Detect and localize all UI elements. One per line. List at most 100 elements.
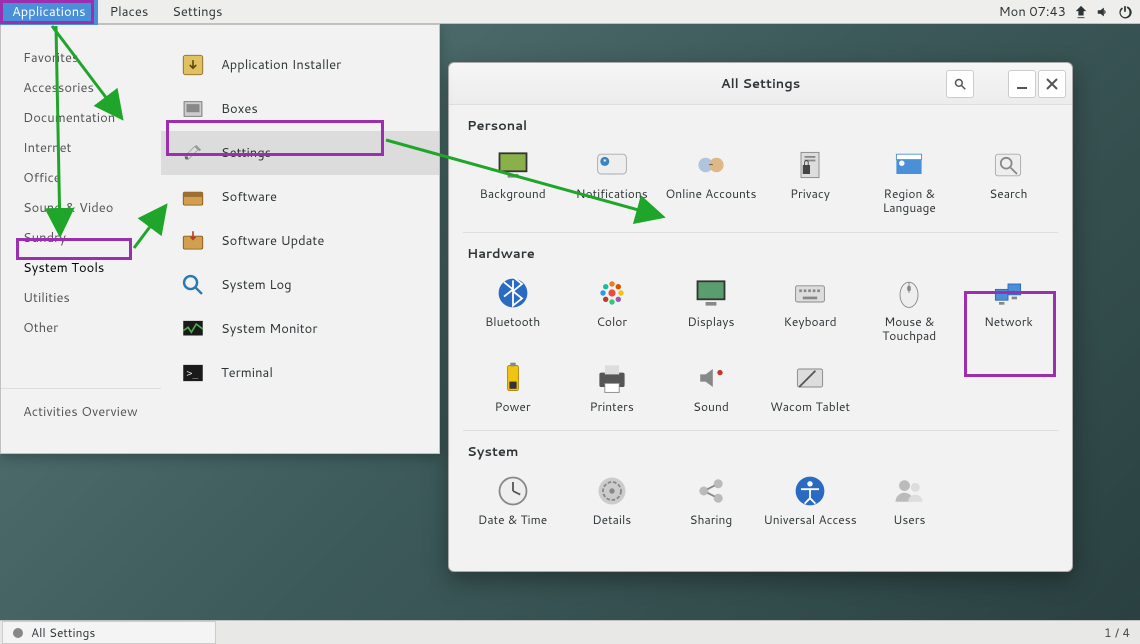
setting-date-time[interactable]: Date & Time (463, 465, 562, 535)
setting-mouse-touchpad[interactable]: Mouse & Touchpad (860, 267, 959, 352)
applications-menu: FavoritesAccessoriesDocumentationInterne… (0, 24, 440, 454)
menu-places[interactable]: Places (98, 0, 161, 25)
power-tray-icon[interactable] (1118, 5, 1132, 19)
setting-icon (491, 473, 535, 509)
window-titlebar[interactable]: All Settings (449, 63, 1072, 105)
setting-icon (590, 360, 634, 396)
app-icon (179, 315, 207, 343)
app-label: Settings (221, 144, 271, 162)
bottom-panel: All Settings 1 / 4 (0, 620, 1140, 644)
category-accessories[interactable]: Accessories (1, 73, 161, 103)
network-tray-icon[interactable] (1074, 5, 1088, 19)
setting-label: Wacom Tablet (770, 400, 850, 414)
window-title: All Settings (721, 75, 800, 93)
setting-privacy[interactable]: Privacy (760, 139, 859, 224)
setting-icon (491, 147, 535, 183)
setting-background[interactable]: Background (463, 139, 562, 224)
activities-label: Activities Overview (23, 403, 138, 421)
clock-label[interactable]: Mon 07:43 (999, 3, 1066, 21)
app-settings[interactable]: Settings (161, 131, 439, 175)
menu-places-label: Places (110, 3, 149, 21)
setting-label: Displays (687, 315, 734, 329)
setting-icon (788, 473, 832, 509)
app-system-monitor[interactable]: System Monitor (161, 307, 439, 351)
setting-label: Notifications (576, 187, 648, 201)
app-application-installer[interactable]: Application Installer (161, 43, 439, 87)
setting-details[interactable]: Details (562, 465, 661, 535)
setting-search[interactable]: Search (959, 139, 1058, 224)
setting-region-language[interactable]: Region & Language (860, 139, 959, 224)
setting-icon (986, 275, 1030, 311)
app-software-update[interactable]: Software Update (161, 219, 439, 263)
setting-label: Users (893, 513, 925, 527)
volume-tray-icon[interactable] (1096, 5, 1110, 19)
app-boxes[interactable]: Boxes (161, 87, 439, 131)
setting-power[interactable]: Power (463, 352, 562, 422)
app-label: Software Update (221, 232, 324, 250)
app-terminal[interactable]: >_Terminal (161, 351, 439, 395)
setting-notifications[interactable]: * Notifications (562, 139, 661, 224)
activities-overview[interactable]: Activities Overview (1, 389, 161, 435)
setting-bluetooth[interactable]: Bluetooth (463, 267, 562, 352)
setting-icon (689, 473, 733, 509)
workspace-pager[interactable]: 1 / 4 (1104, 624, 1140, 641)
category-internet[interactable]: Internet (1, 133, 161, 163)
search-button[interactable] (946, 70, 974, 98)
task-all-settings[interactable]: All Settings (2, 621, 216, 644)
pager-label: 1 / 4 (1104, 624, 1130, 641)
setting-icon (689, 360, 733, 396)
setting-color[interactable]: Color (562, 267, 661, 352)
category-sound-video[interactable]: Sound & Video (1, 193, 161, 223)
setting-icon (986, 147, 1030, 183)
category-favorites[interactable]: Favorites (1, 43, 161, 73)
app-software[interactable]: Software (161, 175, 439, 219)
setting-label: Network (984, 315, 1033, 329)
category-system-tools[interactable]: System Tools (1, 253, 161, 283)
section-grid: Date & TimeDetailsSharingUniversal Acces… (463, 465, 1058, 543)
app-label: System Monitor (221, 320, 317, 338)
category-sundry[interactable]: Sundry (1, 223, 161, 253)
setting-icon (788, 275, 832, 311)
menu-settings-label: Settings (172, 3, 222, 21)
setting-network[interactable]: Network (959, 267, 1058, 352)
search-icon (954, 78, 966, 90)
app-icon (179, 227, 207, 255)
section-grid: Background * Notifications Online Accounts P… (463, 139, 1058, 233)
setting-displays[interactable]: Displays (661, 267, 760, 352)
setting-icon (788, 360, 832, 396)
app-label: Boxes (221, 100, 258, 118)
setting-printers[interactable]: Printers (562, 352, 661, 422)
category-documentation[interactable]: Documentation (1, 103, 161, 133)
setting-icon (491, 360, 535, 396)
category-list: FavoritesAccessoriesDocumentationInterne… (1, 25, 161, 453)
setting-icon (887, 147, 931, 183)
app-list: Application Installer Boxes Settings Softwa… (161, 25, 439, 453)
section-grid: Bluetooth Color Displays KeyboardMouse & To… (463, 267, 1058, 431)
section-personal: PersonalBackground*NotificationsOnline A… (463, 111, 1058, 233)
setting-online-accounts[interactable]: Online Accounts (661, 139, 760, 224)
setting-wacom-tablet[interactable]: Wacom Tablet (760, 352, 859, 422)
setting-keyboard[interactable]: Keyboard (760, 267, 859, 352)
setting-label: Region & Language (862, 187, 957, 216)
app-icon (179, 139, 207, 167)
svg-text:*: * (602, 157, 606, 167)
menu-applications[interactable]: Applications (0, 0, 98, 25)
setting-label: Bluetooth (485, 315, 540, 329)
category-utilities[interactable]: Utilities (1, 283, 161, 313)
setting-users[interactable]: Users (860, 465, 959, 535)
setting-universal-access[interactable]: Universal Access (760, 465, 859, 535)
setting-sound[interactable]: Sound (661, 352, 760, 422)
app-system-log[interactable]: System Log (161, 263, 439, 307)
top-panel: Applications Places Settings Mon 07:43 (0, 0, 1140, 24)
minimize-button[interactable] (1008, 70, 1036, 98)
setting-icon (590, 275, 634, 311)
setting-label: Online Accounts (665, 187, 756, 201)
category-other[interactable]: Other (1, 313, 161, 343)
menu-settings[interactable]: Settings (160, 0, 234, 25)
close-button[interactable] (1038, 70, 1066, 98)
section-title: Hardware (463, 239, 1058, 267)
settings-body: PersonalBackground*NotificationsOnline A… (449, 105, 1072, 571)
setting-sharing[interactable]: Sharing (661, 465, 760, 535)
window-controls (1008, 70, 1066, 98)
category-office[interactable]: Office (1, 163, 161, 193)
